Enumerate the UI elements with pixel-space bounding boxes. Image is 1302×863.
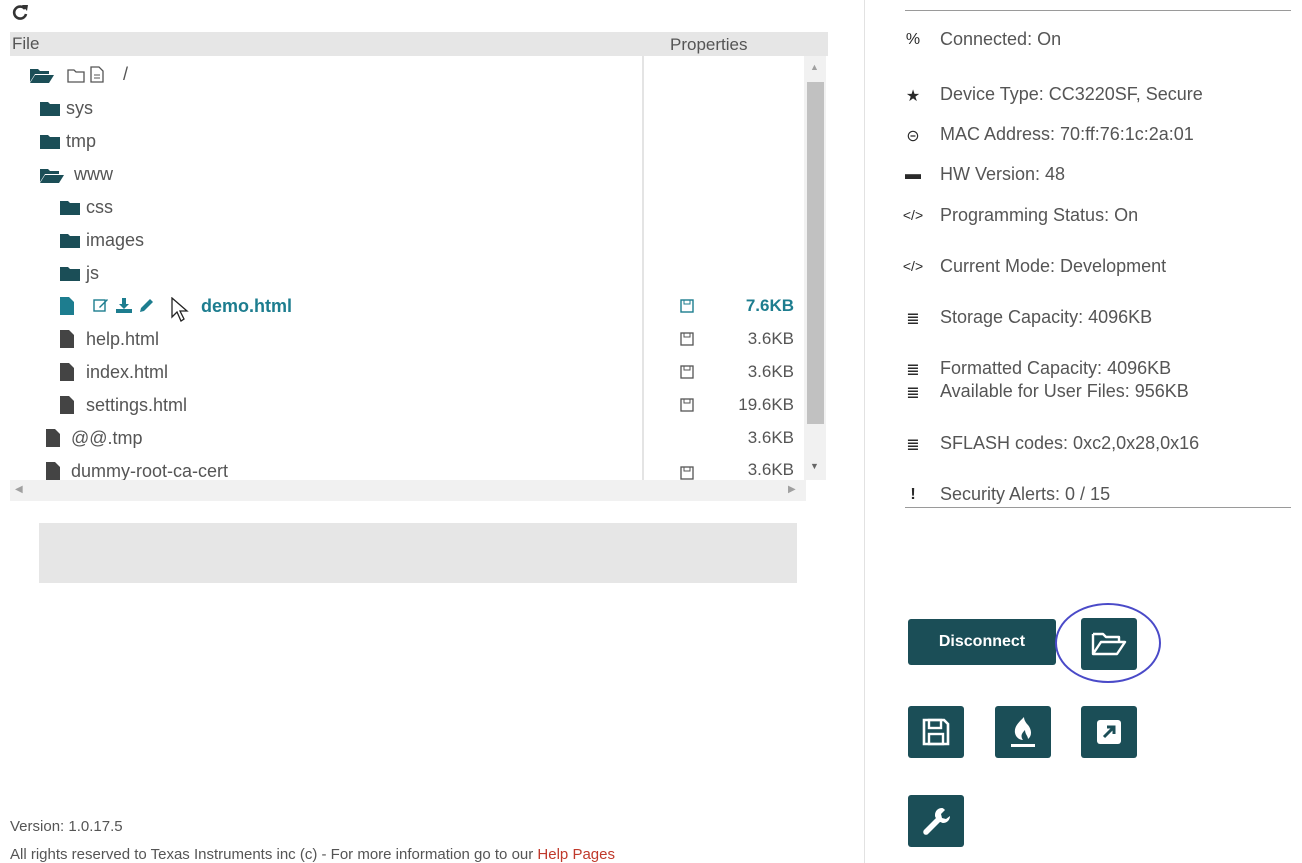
tree-root-row[interactable]: /: [10, 58, 640, 90]
external-link-icon: [1097, 720, 1121, 744]
file-size: 7.6KB: [745, 296, 794, 315]
scroll-right-arrow-icon[interactable]: ▶: [788, 484, 796, 495]
folder-icon: [40, 135, 60, 149]
tree-row[interactable]: settings.html: [10, 389, 640, 421]
tree-row[interactable]: www: [10, 158, 640, 190]
database-icon: ≣: [906, 311, 920, 328]
briefcase-icon: ▬: [905, 166, 921, 183]
file-icon: [46, 462, 60, 480]
folder-icon: [60, 267, 80, 281]
program-image-button[interactable]: [995, 706, 1051, 758]
folder-open-icon: [30, 69, 54, 83]
file-icon: [60, 297, 74, 315]
mouse-cursor-icon: [171, 297, 189, 322]
database-icon: ≣: [906, 385, 920, 402]
file-tree: / sys tmp www css images js demo.html he…: [10, 56, 828, 501]
tree-row[interactable]: css: [10, 191, 640, 223]
folder-icon: [40, 102, 60, 116]
file-column-header: File: [12, 34, 40, 53]
new-file-icon[interactable]: [90, 66, 104, 83]
arrow-circle-icon: ⊝: [906, 128, 920, 145]
pencil-icon[interactable]: [139, 298, 155, 313]
folder-open-icon: [40, 169, 64, 183]
file-icon: [60, 363, 74, 381]
column-divider: [642, 56, 644, 480]
file-size: 3.6KB: [747, 329, 794, 348]
tree-row-label: css: [86, 197, 113, 217]
tree-row[interactable]: index.html: [10, 356, 640, 388]
file-actions: [93, 298, 155, 313]
code-icon: </>: [902, 207, 924, 223]
disconnect-button[interactable]: Disconnect: [908, 619, 1056, 665]
copyright-label: All rights reserved to Texas Instruments…: [10, 846, 534, 863]
tree-row-label: settings.html: [86, 395, 188, 415]
folder-icon: [60, 234, 80, 248]
scroll-down-arrow-icon[interactable]: ▼: [810, 461, 819, 471]
tree-root-label: /: [123, 64, 129, 84]
scrollbar-thumb[interactable]: [807, 82, 824, 424]
properties-column-header: Properties: [670, 35, 748, 54]
edit-icon[interactable]: [93, 298, 109, 313]
tree-row[interactable]: tmp: [10, 125, 640, 157]
tree-row[interactable]: help.html: [10, 323, 640, 355]
tree-row-selected[interactable]: demo.html: [10, 290, 640, 322]
file-size: 3.6KB: [747, 460, 794, 479]
info-top-rule: [905, 10, 1291, 11]
folder-icon: [60, 201, 80, 215]
tree-row-label: images: [86, 230, 145, 250]
tree-row-label: tmp: [66, 131, 97, 151]
code-icon: </>: [902, 258, 924, 274]
file-icon: [60, 330, 74, 348]
highlight-ring: [1055, 603, 1161, 683]
database-icon: ≣: [906, 437, 920, 454]
file-icon: [60, 396, 74, 414]
tree-row[interactable]: dummy-root-ca-cert: [10, 455, 640, 480]
scroll-up-arrow-icon[interactable]: ▲: [810, 62, 819, 72]
tree-row-label: index.html: [86, 362, 169, 382]
horizontal-scrollbar[interactable]: ◀ ▶: [10, 480, 806, 501]
refresh-icon[interactable]: [10, 2, 30, 22]
floppy-disk-icon: [922, 718, 950, 746]
tree-row[interactable]: js: [10, 257, 640, 289]
tree-row-label: help.html: [86, 329, 160, 349]
copyright-text: All rights reserved to Texas Instruments…: [10, 846, 615, 863]
file-icon: [46, 429, 60, 447]
star-icon: ★: [905, 88, 921, 105]
external-link-button[interactable]: [1081, 706, 1137, 758]
flame-icon: [1011, 717, 1035, 747]
download-icon[interactable]: [116, 298, 132, 313]
exclamation-icon: !: [910, 486, 916, 503]
file-size: 3.6KB: [747, 428, 794, 447]
tree-row-label: js: [86, 263, 99, 283]
tree-row-label: @@.tmp: [71, 428, 143, 448]
panel-separator: [864, 0, 865, 863]
help-pages-link[interactable]: Help Pages: [537, 846, 615, 863]
info-bottom-rule: [905, 507, 1291, 508]
database-icon: ≣: [906, 362, 920, 379]
settings-tool-button[interactable]: [908, 795, 964, 847]
tree-row-label: www: [74, 164, 113, 184]
tree-row-label: dummy-root-ca-cert: [71, 461, 229, 480]
file-size: 3.6KB: [747, 362, 794, 381]
file-table-header: File Properties: [10, 32, 828, 56]
scroll-left-arrow-icon[interactable]: ◀: [15, 484, 23, 495]
tree-row-label: sys: [66, 98, 93, 118]
tree-row[interactable]: @@.tmp: [10, 422, 640, 454]
vertical-scrollbar[interactable]: ▲ ▼: [804, 56, 826, 480]
new-folder-icon[interactable]: [67, 68, 85, 83]
file-size: 19.6KB: [738, 395, 794, 414]
tree-row[interactable]: images: [10, 224, 640, 256]
tree-row-label: demo.html: [201, 296, 293, 316]
status-panel: [39, 523, 797, 583]
version-text: Version: 1.0.17.5: [10, 818, 123, 835]
link-icon: %: [905, 31, 921, 48]
save-image-button[interactable]: [908, 706, 964, 758]
tree-row[interactable]: sys: [10, 92, 640, 124]
wrench-icon: [923, 808, 950, 835]
